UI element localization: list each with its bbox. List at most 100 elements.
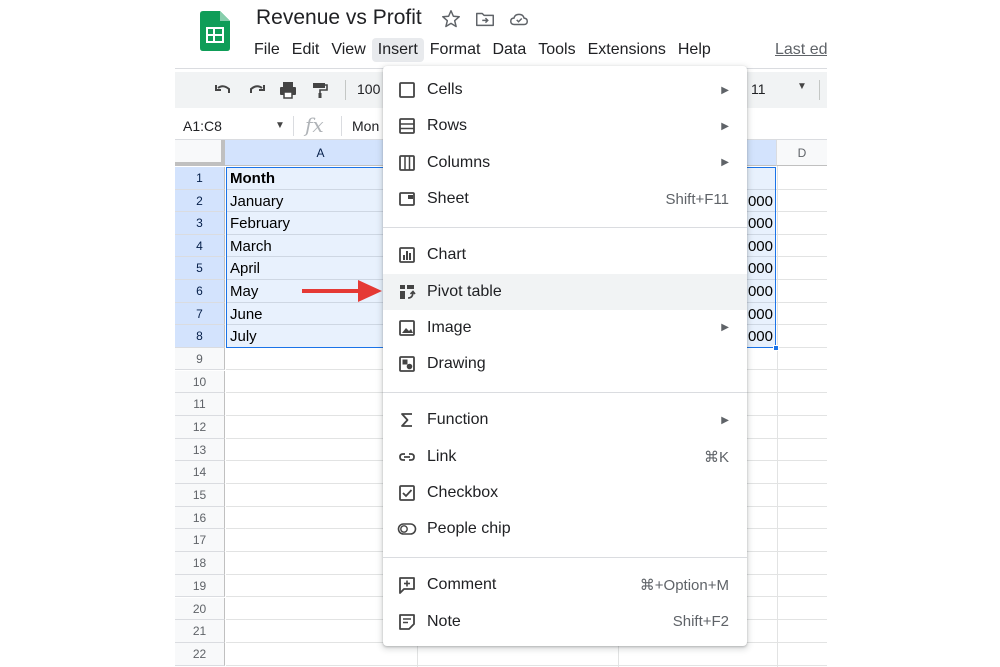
menu-item-label: Checkbox	[427, 484, 499, 501]
chevron-down-icon[interactable]: ▼	[275, 120, 285, 131]
sheets-logo-icon[interactable]	[200, 11, 230, 51]
row-header[interactable]: 11	[175, 393, 225, 416]
selection-fill-handle[interactable]	[773, 345, 779, 351]
cloud-status-icon[interactable]	[508, 8, 530, 30]
menu-edit[interactable]: Edit	[286, 38, 326, 62]
menu-item-function[interactable]: Function ▶	[383, 402, 747, 438]
row-header[interactable]: 21	[175, 620, 225, 643]
note-icon	[397, 612, 417, 632]
menu-item-label: Note	[427, 612, 461, 630]
menu-item-pivot-table[interactable]: Pivot table	[383, 273, 747, 310]
menu-item-cells[interactable]: Cells ▶	[383, 72, 747, 108]
submenu-arrow-icon: ▶	[721, 414, 729, 426]
toolbar-divider	[819, 80, 820, 100]
menu-item-label: Columns	[427, 153, 491, 171]
column-header-d[interactable]: D	[777, 140, 827, 166]
zoom-select[interactable]: 100	[357, 81, 380, 97]
menu-item-rows[interactable]: Rows ▶	[383, 108, 747, 144]
chevron-down-icon[interactable]: ▼	[797, 81, 807, 92]
undo-icon[interactable]	[213, 80, 233, 100]
cell-month[interactable]: March	[230, 238, 272, 255]
menu-item-label: Drawing	[427, 355, 486, 373]
menu-separator	[383, 226, 747, 228]
shortcut-hint: Shift+F2	[672, 613, 729, 631]
menu-item-columns[interactable]: Columns ▶	[383, 145, 747, 181]
menu-data[interactable]: Data	[486, 38, 532, 62]
menu-help[interactable]: Help	[672, 38, 717, 62]
row-header[interactable]: 3	[175, 212, 225, 235]
menu-item-chart[interactable]: Chart	[383, 237, 747, 273]
menu-item-drawing[interactable]: Drawing	[383, 346, 747, 382]
submenu-arrow-icon: ▶	[721, 120, 729, 132]
font-size-select[interactable]: 11	[751, 81, 766, 97]
cell-month[interactable]: July	[230, 328, 257, 345]
row-header[interactable]: 2	[175, 189, 225, 213]
row-header[interactable]: 18	[175, 552, 225, 575]
row-header[interactable]: 6	[175, 280, 225, 303]
select-all-corner[interactable]	[175, 140, 225, 166]
move-folder-icon[interactable]	[474, 8, 496, 30]
redo-icon[interactable]	[247, 80, 267, 100]
menu-item-sheet[interactable]: Sheet Shift+F11	[383, 181, 747, 217]
print-icon[interactable]	[278, 80, 298, 100]
row-header[interactable]: 22	[175, 642, 225, 666]
row-header[interactable]: 12	[175, 415, 225, 439]
menu-item-checkbox[interactable]: Checkbox	[383, 475, 747, 511]
menu-bar: File Edit View Insert Format Data Tools …	[248, 38, 717, 62]
row-header[interactable]: 15	[175, 484, 225, 507]
insert-menu: Cells ▶ Rows ▶ Columns ▶ Sheet Shift+F11 Chart Pi…	[383, 66, 747, 646]
cell-month[interactable]: April	[230, 260, 260, 277]
row-header[interactable]: 16	[175, 506, 225, 530]
row-header[interactable]: 20	[175, 597, 225, 621]
person-chip-icon	[397, 519, 417, 539]
square-icon	[397, 80, 417, 100]
header-cell[interactable]: Month	[230, 170, 275, 187]
menu-item-link[interactable]: Link ⌘K	[383, 439, 747, 475]
link-icon	[397, 447, 417, 467]
menu-item-image[interactable]: Image ▶	[383, 310, 747, 346]
menu-item-label: Comment	[427, 576, 497, 594]
row-header[interactable]: 10	[175, 370, 225, 394]
red-arrow-annotation	[302, 280, 382, 302]
row-header[interactable]: 17	[175, 529, 225, 553]
rows-icon	[397, 116, 417, 136]
row-header[interactable]: 14	[175, 461, 225, 484]
menu-item-comment[interactable]: Comment ⌘+Option+M	[383, 567, 747, 603]
row-header[interactable]: 1	[175, 167, 225, 190]
row-header[interactable]: 13	[175, 438, 225, 462]
sheet-icon	[397, 189, 417, 209]
cell-month[interactable]: January	[230, 193, 283, 210]
row-header[interactable]: 8	[175, 325, 225, 348]
formula-input[interactable]: Mon	[352, 118, 379, 134]
fx-icon: fx	[305, 113, 324, 137]
menu-item-label: Rows	[427, 117, 468, 135]
row-header[interactable]: 5	[175, 257, 225, 280]
document-title[interactable]: Revenue vs Profit	[256, 6, 422, 30]
menu-format[interactable]: Format	[424, 38, 487, 62]
paint-format-icon[interactable]	[310, 80, 330, 100]
menu-file[interactable]: File	[248, 38, 286, 62]
cell-month[interactable]: May	[230, 283, 258, 300]
menu-item-label: Cells	[427, 81, 463, 98]
menu-insert[interactable]: Insert	[371, 38, 424, 62]
menu-tools[interactable]: Tools	[532, 38, 581, 62]
name-box[interactable]: A1:C8	[183, 118, 222, 134]
cell-month[interactable]: February	[230, 215, 290, 232]
menu-item-people-chip[interactable]: People chip	[383, 511, 747, 547]
table-row[interactable]	[226, 643, 827, 666]
menu-item-label: Chart	[427, 246, 467, 264]
menu-item-note[interactable]: Note Shift+F2	[383, 604, 747, 640]
menu-view[interactable]: View	[325, 38, 371, 62]
cell-month[interactable]: June	[230, 306, 263, 323]
row-header[interactable]: 9	[175, 347, 225, 371]
menu-extensions[interactable]: Extensions	[582, 38, 672, 62]
last-edit-link[interactable]: Last ed	[775, 41, 827, 59]
title-actions	[440, 8, 530, 30]
row-header[interactable]: 19	[175, 574, 225, 598]
row-header[interactable]: 4	[175, 234, 225, 258]
star-icon[interactable]	[440, 8, 462, 30]
menu-item-label: Pivot table	[427, 282, 502, 300]
drawing-icon	[397, 354, 417, 374]
row-header[interactable]: 7	[175, 302, 225, 326]
shortcut-hint: Shift+F11	[665, 190, 729, 208]
